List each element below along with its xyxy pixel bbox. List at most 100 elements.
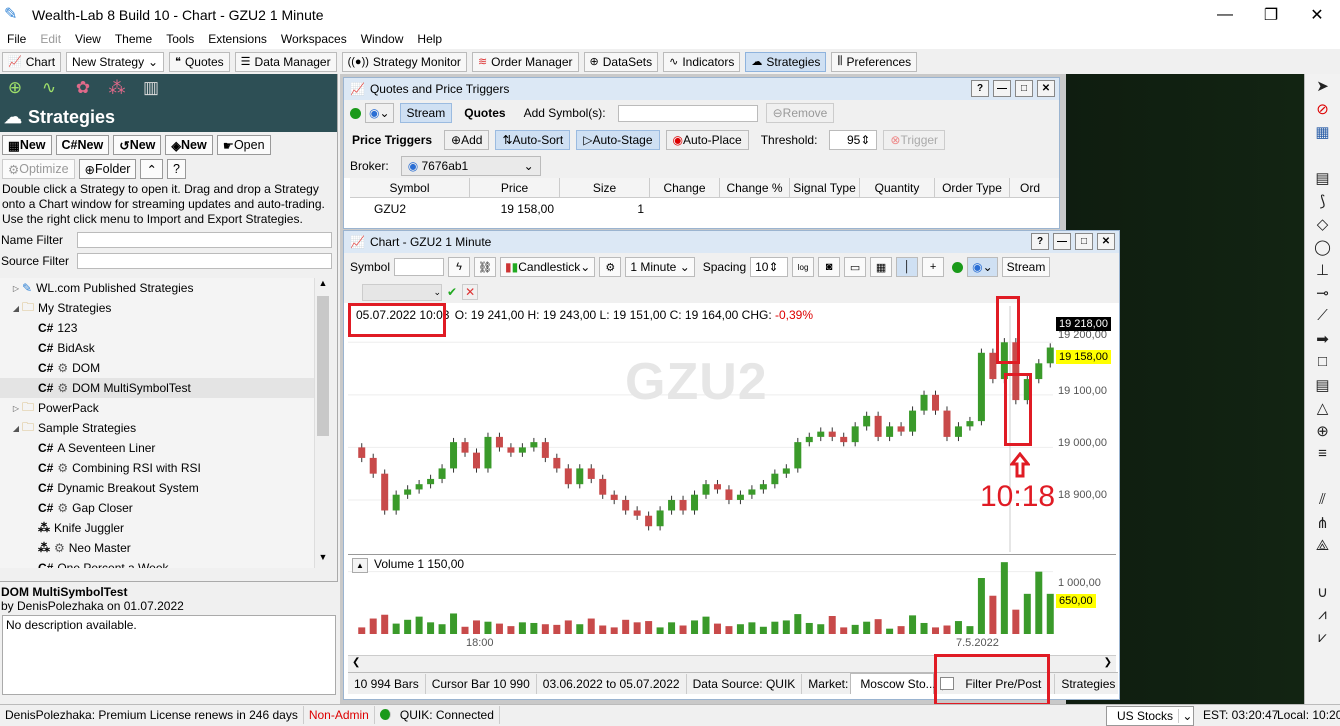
preferences-button[interactable]: ⫼ Preferences bbox=[831, 51, 918, 72]
candle[interactable] bbox=[932, 390, 940, 415]
bars-icon[interactable]: ≡ bbox=[1305, 442, 1340, 465]
candle[interactable] bbox=[381, 469, 389, 515]
candle[interactable] bbox=[507, 443, 515, 457]
crosshair-icon[interactable]: + bbox=[922, 257, 945, 277]
panel-help-button[interactable]: ? bbox=[971, 80, 989, 97]
market-dropdown[interactable]: Moscow Sto... ⌄ bbox=[850, 673, 956, 694]
scroll-up-icon[interactable]: ▲ bbox=[315, 278, 331, 294]
channel-icon[interactable]: ⫽ bbox=[1305, 488, 1340, 511]
menu-edit[interactable]: Edit bbox=[33, 30, 68, 49]
candle[interactable] bbox=[472, 448, 480, 473]
source-filter-input[interactable] bbox=[77, 252, 332, 269]
candle[interactable] bbox=[909, 406, 917, 436]
new-neuro-button[interactable]: ◈ New bbox=[165, 135, 213, 155]
regression-icon[interactable]: ⩘ bbox=[1305, 603, 1340, 626]
log-scale-button[interactable]: log bbox=[792, 257, 815, 277]
spacing-stepper[interactable]: 10 ⇕ bbox=[750, 257, 789, 277]
horizontal-line-icon[interactable]: ⊸ bbox=[1305, 281, 1340, 304]
candle[interactable] bbox=[461, 437, 469, 457]
strategy-monitor-button[interactable]: ((●)) Strategy Monitor bbox=[341, 51, 467, 72]
candle[interactable] bbox=[541, 437, 549, 463]
add-trigger-button[interactable]: ⊕ Add bbox=[444, 130, 490, 150]
chart-close-button[interactable]: ✕ bbox=[1097, 233, 1115, 250]
candle[interactable] bbox=[794, 437, 802, 473]
vertical-line-icon[interactable]: ⊥ bbox=[1305, 258, 1340, 281]
tree-scrollbar[interactable]: ▲ ▼ bbox=[314, 278, 331, 568]
candle[interactable] bbox=[484, 432, 492, 473]
close-button[interactable]: ✕ bbox=[1294, 0, 1340, 30]
auto-stage-button[interactable]: ▷ Auto-Stage bbox=[576, 130, 660, 150]
broker-dropdown[interactable]: ◉ 7676ab1 ⌄ bbox=[400, 156, 541, 176]
menu-window[interactable]: Window bbox=[354, 30, 411, 49]
candle[interactable] bbox=[645, 511, 653, 531]
description-box[interactable]: No description available. bbox=[2, 615, 336, 695]
library-icon[interactable]: ▥ bbox=[140, 78, 162, 98]
strategy-icon[interactable]: ✿ bbox=[72, 78, 94, 98]
candle[interactable] bbox=[920, 390, 928, 415]
tree-item[interactable]: ▷ 🗀 PowerPack bbox=[0, 398, 314, 418]
new-blocks-button[interactable]: ▦ New bbox=[2, 135, 52, 155]
globe-icon[interactable]: ⊕ bbox=[4, 78, 26, 98]
new-strategy-dropdown[interactable]: New Strategy ⌄ bbox=[66, 51, 165, 72]
candle[interactable] bbox=[897, 422, 905, 436]
candle[interactable] bbox=[369, 453, 377, 478]
pitchfork-icon[interactable]: ⋔ bbox=[1305, 511, 1340, 534]
diamond-icon[interactable]: ◇ bbox=[1305, 212, 1340, 235]
menu-extensions[interactable]: Extensions bbox=[201, 30, 274, 49]
ellipse-icon[interactable]: ◯ bbox=[1305, 235, 1340, 258]
candle[interactable] bbox=[874, 411, 882, 442]
col-size[interactable]: Size bbox=[560, 178, 650, 197]
cancel-icon[interactable]: ✕ bbox=[462, 284, 479, 300]
table-row[interactable]: GZU2 19 158,00 1 bbox=[350, 198, 1059, 220]
tree-item[interactable]: C# ⚙ Gap Closer bbox=[0, 498, 314, 518]
tree-item[interactable]: ⁂ Knife Juggler bbox=[0, 518, 314, 538]
chart-button[interactable]: 📈 Chart bbox=[2, 51, 62, 72]
scroll-thumb[interactable] bbox=[317, 296, 329, 436]
wave-icon[interactable]: ∿ bbox=[38, 78, 60, 98]
candle[interactable] bbox=[1046, 343, 1054, 368]
rectangle-icon[interactable]: □ bbox=[1305, 350, 1340, 373]
panel-close-button[interactable]: ✕ bbox=[1037, 80, 1055, 97]
col-quantity[interactable]: Quantity bbox=[860, 178, 935, 197]
candle[interactable] bbox=[599, 474, 607, 499]
trigger-button[interactable]: ⊗ Trigger bbox=[883, 130, 946, 150]
candle[interactable] bbox=[633, 506, 641, 520]
candle[interactable] bbox=[748, 485, 756, 499]
chart-provider-dropdown[interactable]: ◉ ⌄ bbox=[967, 257, 998, 277]
candle[interactable] bbox=[450, 437, 458, 473]
tree-item[interactable]: ⁂ ⚙ Neo Master bbox=[0, 538, 314, 558]
candle[interactable] bbox=[736, 490, 744, 505]
pointer-icon[interactable]: ➤ bbox=[1305, 74, 1340, 97]
fib-icon[interactable]: ⟆ bbox=[1305, 189, 1340, 212]
candle[interactable] bbox=[495, 432, 503, 452]
calendar-icon[interactable]: ▤ bbox=[1305, 166, 1340, 189]
triangle-icon[interactable]: △ bbox=[1305, 396, 1340, 419]
col-change-pct[interactable]: Change % bbox=[720, 178, 790, 197]
candle[interactable] bbox=[404, 485, 412, 499]
expand-icon[interactable]: ▷ bbox=[10, 404, 22, 413]
candle[interactable] bbox=[427, 474, 435, 489]
scale-dropdown[interactable]: 1 Minute ⌄ bbox=[625, 257, 695, 277]
auto-sort-button[interactable]: ⇅ Auto-Sort bbox=[495, 130, 571, 150]
candle[interactable] bbox=[782, 464, 790, 478]
quotes-button[interactable]: ❝ Quotes bbox=[169, 51, 230, 72]
order-manager-button[interactable]: ≋ Order Manager bbox=[471, 51, 579, 72]
panes-icon[interactable]: ▭ bbox=[844, 257, 867, 277]
help-button[interactable]: ? bbox=[166, 159, 186, 179]
magnet-icon[interactable]: ∪ bbox=[1305, 580, 1340, 603]
collapse-button[interactable]: ⌃ bbox=[140, 159, 163, 179]
indicators-button[interactable]: ∿ Indicators bbox=[663, 51, 741, 72]
candle[interactable] bbox=[977, 348, 985, 426]
tree-item[interactable]: ◢ 🗀 Sample Strategies bbox=[0, 418, 314, 438]
candle[interactable] bbox=[610, 490, 618, 505]
strategies-button[interactable]: ☁ Strategies bbox=[745, 51, 827, 72]
arrow-icon[interactable]: ➡ bbox=[1305, 327, 1340, 350]
streaming-provider-dropdown[interactable]: ◉ ⌄ bbox=[365, 103, 394, 123]
chart-help-button[interactable]: ? bbox=[1031, 233, 1049, 250]
candle[interactable] bbox=[713, 479, 721, 494]
candle[interactable] bbox=[656, 506, 664, 531]
expand-icon[interactable]: ◢ bbox=[10, 424, 22, 433]
quotes-stream-button[interactable]: Stream bbox=[399, 103, 453, 123]
new-csharp-button[interactable]: C# New bbox=[55, 135, 110, 155]
tree-item[interactable]: ◢ 🗀 My Strategies bbox=[0, 298, 314, 318]
